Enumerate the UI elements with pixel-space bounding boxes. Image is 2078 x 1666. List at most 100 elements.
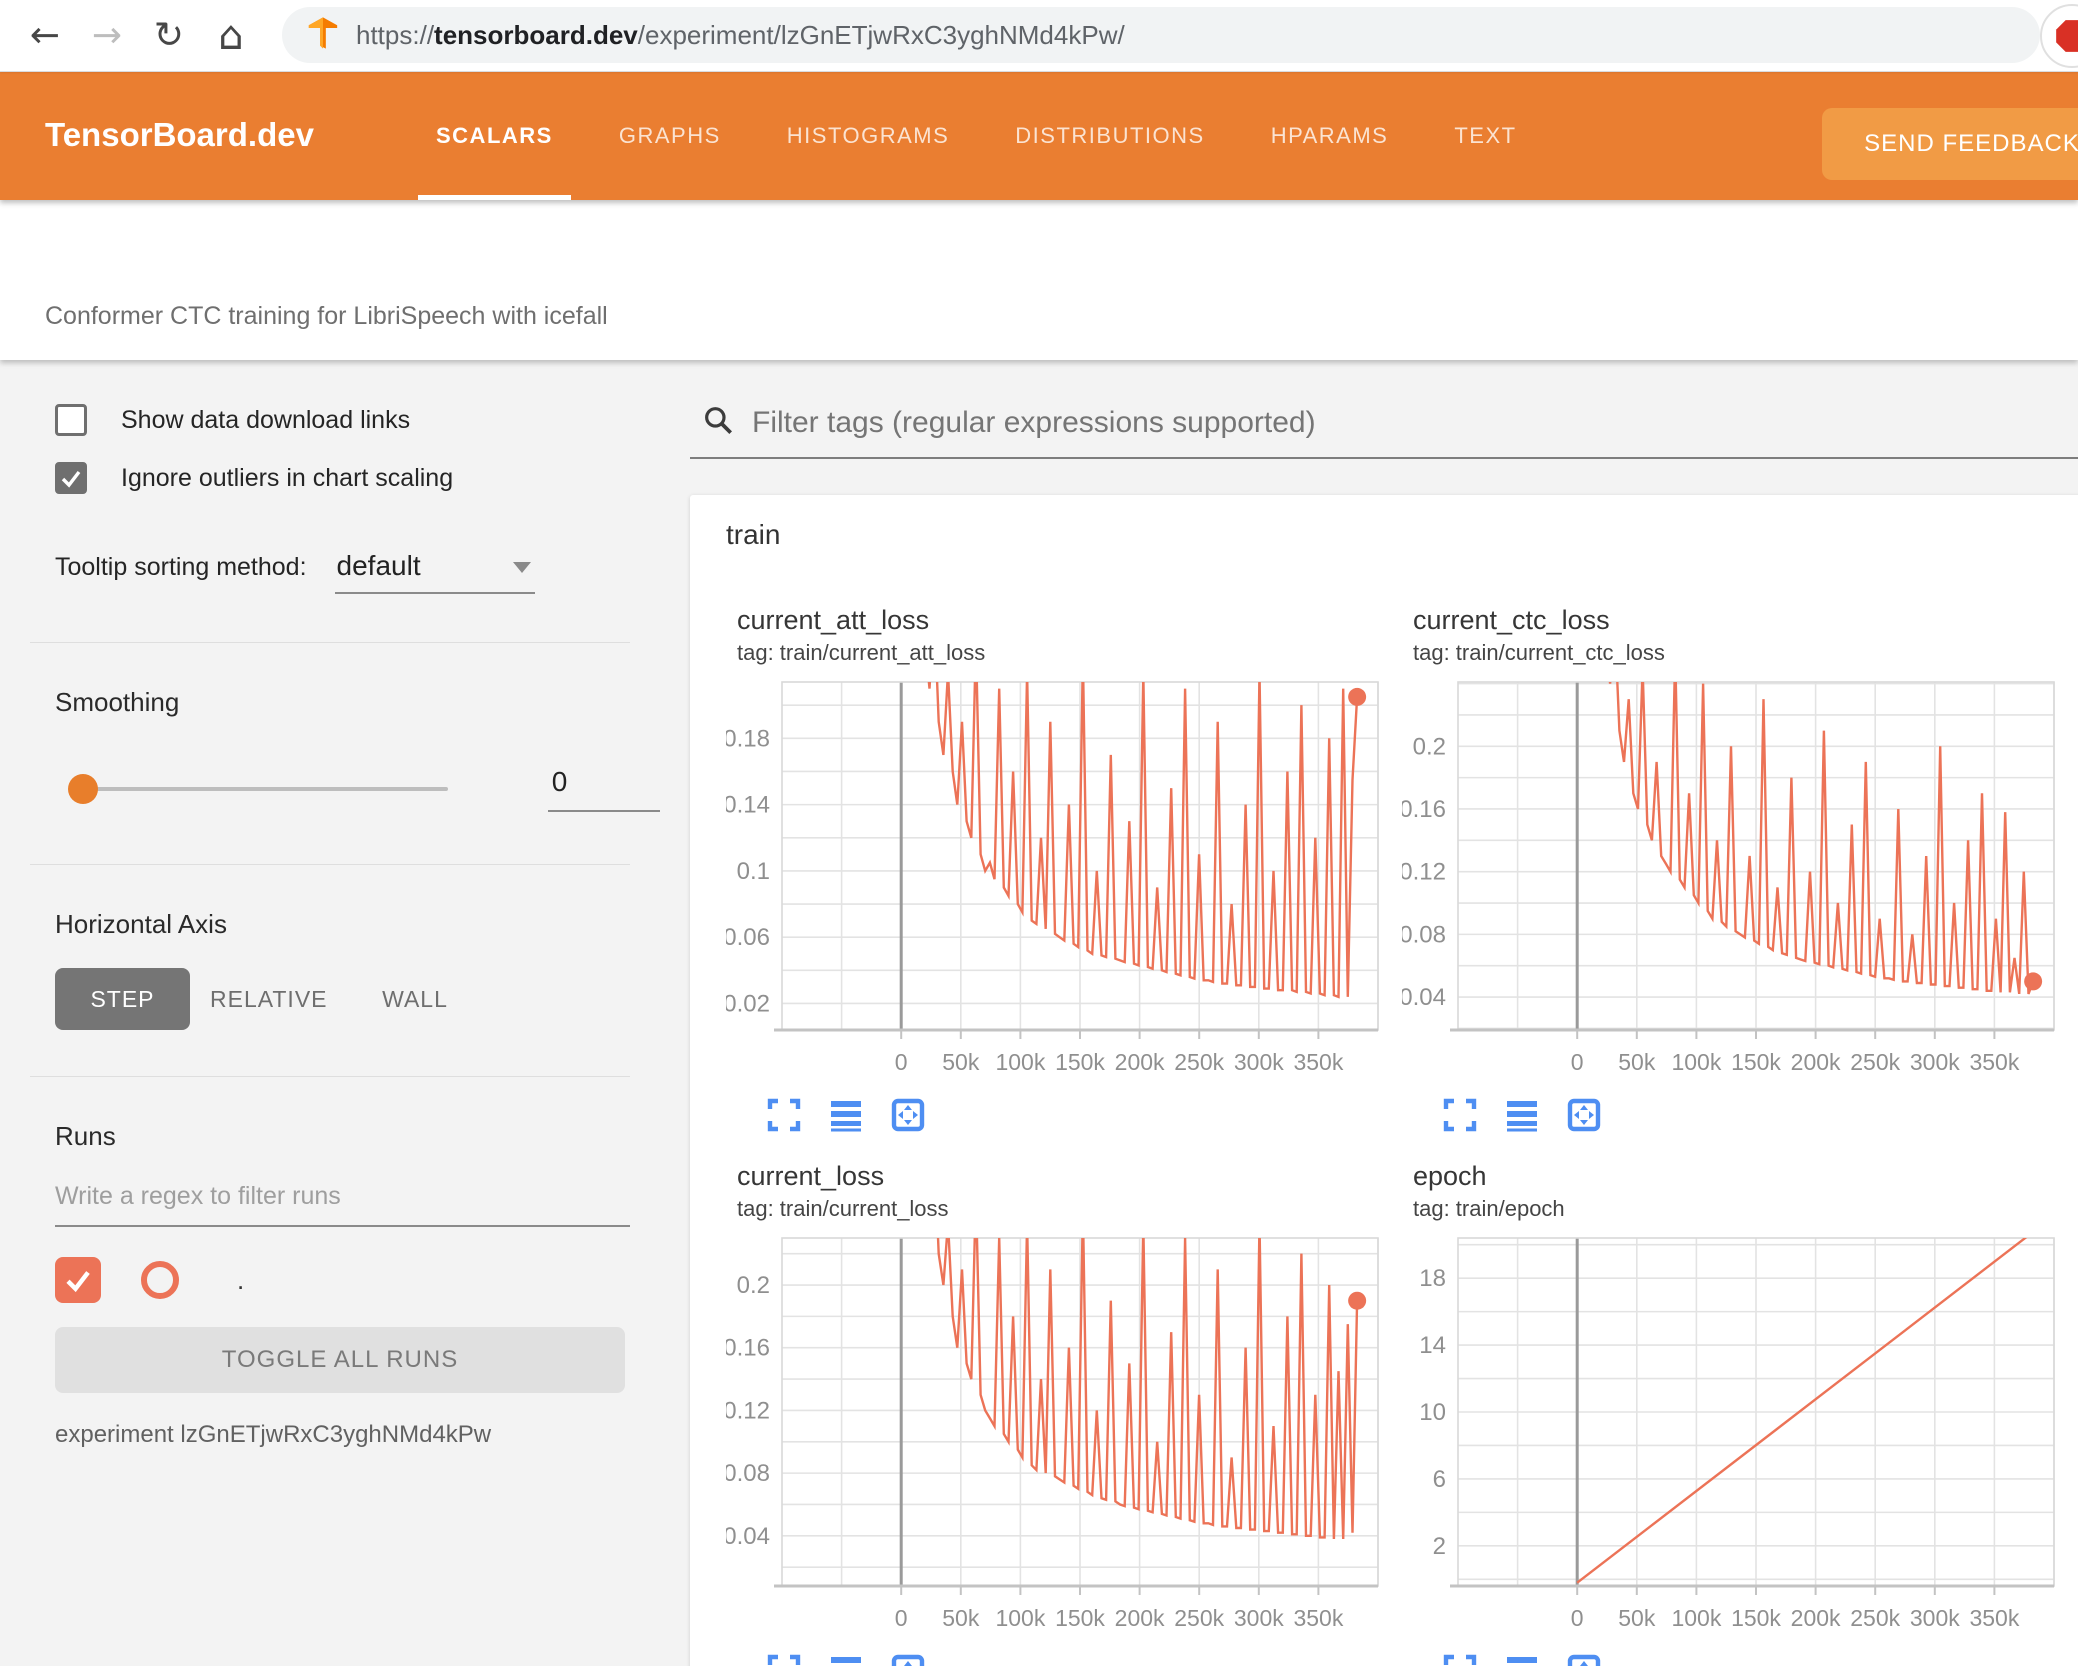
svg-text:300k: 300k — [1910, 1049, 1960, 1074]
fit-domain-icon[interactable] — [890, 1653, 926, 1666]
tab-hparams[interactable]: HPARAMS — [1265, 72, 1395, 200]
chart-plot-current_ctc_loss[interactable]: 0.04 0.08 0.12 0.16 0.2 0 50k 100k 150k 200k 250k 3… — [1399, 672, 2062, 1075]
last-point-dot — [1348, 687, 1367, 706]
svg-text:0.2: 0.2 — [1413, 733, 1446, 760]
toggle-data-icon[interactable] — [1504, 1097, 1540, 1133]
svg-text:10: 10 — [1419, 1399, 1446, 1426]
tab-text[interactable]: TEXT — [1448, 72, 1522, 200]
svg-text:14: 14 — [1419, 1332, 1446, 1359]
chart-tag: tag: train/current_loss — [737, 1196, 949, 1221]
axis-option-step[interactable]: STEP — [55, 968, 190, 1030]
fit-domain-icon[interactable] — [890, 1097, 926, 1133]
svg-text:2: 2 — [1433, 1533, 1446, 1560]
toggle-all-runs-button[interactable]: TOGGLE ALL RUNS — [55, 1327, 625, 1393]
svg-text:0: 0 — [1571, 1605, 1584, 1630]
chart-plot-current_att_loss[interactable]: 0.02 0.06 0.1 0.14 0.18 0 50k 100k 150k 200k 250k 3… — [723, 672, 1386, 1075]
experiment-id-label: experiment lzGnETjwRxC3yghNMd4kPw — [55, 1421, 492, 1448]
tensorboard-page: ← → ↻ ⌂ https://tensorboard.dev/experime… — [0, 0, 2078, 1666]
ignore-outliers-row: Ignore outliers in chart scaling — [55, 462, 660, 494]
svg-text:0.04: 0.04 — [1402, 984, 1446, 1011]
smoothing-value-field[interactable]: 0 — [547, 766, 660, 812]
brand-logo[interactable]: TensorBoard.dev — [45, 116, 314, 154]
svg-text:50k: 50k — [1618, 1605, 1656, 1630]
experiment-title: Conformer CTC training for LibriSpeech w… — [45, 302, 608, 330]
series-line — [1608, 682, 2035, 995]
run-color-swatch — [141, 1261, 179, 1299]
tooltip-sorting-select[interactable]: default — [334, 550, 535, 594]
horizontal-axis-label: Horizontal Axis — [55, 909, 227, 939]
tab-graphs[interactable]: GRAPHS — [613, 72, 727, 200]
axis-option-relative[interactable]: RELATIVE — [190, 968, 348, 1030]
show-download-row: Show data download links — [55, 404, 660, 436]
svg-text:50k: 50k — [1618, 1049, 1656, 1074]
train-group-label[interactable]: train — [690, 495, 2078, 577]
svg-text:100k: 100k — [1671, 1605, 1721, 1630]
check-icon — [66, 1271, 90, 1293]
send-feedback-button[interactable]: SEND FEEDBACK — [1822, 108, 2078, 180]
svg-text:250k: 250k — [1174, 1049, 1224, 1074]
extension-badge[interactable] — [2040, 4, 2078, 68]
toggle-data-icon[interactable] — [828, 1653, 864, 1666]
tooltip-sorting-value: default — [336, 550, 421, 581]
toggle-data-icon[interactable] — [1504, 1653, 1540, 1666]
svg-text:200k: 200k — [1115, 1049, 1165, 1074]
show-download-label: Show data download links — [121, 405, 411, 434]
forward-icon[interactable]: → — [76, 15, 138, 56]
svg-text:200k: 200k — [1791, 1605, 1841, 1630]
chart-title: current_ctc_loss — [1413, 605, 1610, 635]
fullscreen-icon[interactable] — [766, 1653, 802, 1666]
tab-scalars[interactable]: SCALARS — [418, 72, 571, 200]
reload-icon[interactable]: ↻ — [138, 15, 200, 56]
svg-text:0.12: 0.12 — [1402, 859, 1446, 886]
svg-text:50k: 50k — [942, 1605, 980, 1630]
axis-option-wall[interactable]: WALL — [348, 968, 483, 1030]
search-icon — [702, 404, 734, 441]
smoothing-slider-thumb[interactable] — [68, 774, 98, 804]
tab-histograms[interactable]: HISTOGRAMS — [781, 72, 956, 200]
smoothing-slider[interactable] — [68, 774, 448, 804]
nav-tabs: SCALARS GRAPHS HISTOGRAMS DISTRIBUTIONS … — [418, 72, 1523, 200]
chart-title: current_loss — [737, 1161, 885, 1191]
fit-domain-icon[interactable] — [1566, 1097, 1602, 1133]
svg-text:100k: 100k — [1671, 1049, 1721, 1074]
home-icon[interactable]: ⌂ — [200, 13, 262, 59]
svg-text:200k: 200k — [1115, 1605, 1165, 1630]
show-download-checkbox[interactable] — [55, 404, 87, 436]
fit-domain-icon[interactable] — [1566, 1653, 1602, 1666]
runs-label: Runs — [55, 1121, 116, 1151]
chart-plot-current_loss[interactable]: 0.04 0.08 0.12 0.16 0.2 0 50k 100k 150k 200k 250k 3… — [723, 1228, 1386, 1631]
svg-text:0.18: 0.18 — [726, 725, 770, 752]
filter-tags-field — [690, 404, 2078, 459]
svg-text:0.08: 0.08 — [726, 1460, 770, 1487]
smoothing-label: Smoothing — [55, 687, 180, 717]
svg-text:0: 0 — [895, 1049, 908, 1074]
svg-text:300k: 300k — [1910, 1605, 1960, 1630]
chart-plot-epoch[interactable]: 2 6 10 14 18 0 50k 100k 150k 200k 250k 300k 350k — [1402, 1228, 2062, 1631]
run-checkbox[interactable] — [55, 1257, 101, 1303]
filter-tags-input[interactable] — [752, 405, 2078, 440]
address-bar[interactable]: https://tensorboard.dev/experiment/lzGnE… — [282, 7, 2040, 63]
chevron-down-icon — [512, 562, 531, 573]
ignore-outliers-label: Ignore outliers in chart scaling — [121, 463, 454, 492]
fullscreen-icon[interactable] — [766, 1097, 802, 1133]
svg-text:200k: 200k — [1791, 1049, 1841, 1074]
tab-distributions[interactable]: DISTRIBUTIONS — [1009, 72, 1210, 200]
series-line — [927, 682, 1359, 999]
ignore-outliers-checkbox[interactable] — [55, 462, 87, 494]
svg-text:0: 0 — [895, 1605, 908, 1630]
svg-text:250k: 250k — [1174, 1605, 1224, 1630]
divider — [30, 864, 630, 865]
back-icon[interactable]: ← — [14, 15, 76, 56]
chart-toolbar — [766, 1653, 1402, 1666]
url-text: https://tensorboard.dev/experiment/lzGnE… — [356, 19, 1125, 50]
toggle-data-icon[interactable] — [828, 1097, 864, 1133]
runs-filter-input[interactable] — [55, 1182, 630, 1211]
fullscreen-icon[interactable] — [1442, 1097, 1478, 1133]
svg-text:0.06: 0.06 — [726, 924, 770, 951]
svg-text:0.12: 0.12 — [726, 1397, 770, 1424]
last-point-dot — [1348, 1291, 1367, 1310]
svg-text:100k: 100k — [995, 1605, 1045, 1630]
svg-text:300k: 300k — [1234, 1049, 1284, 1074]
chart-toolbar — [766, 1097, 1402, 1133]
fullscreen-icon[interactable] — [1442, 1653, 1478, 1666]
